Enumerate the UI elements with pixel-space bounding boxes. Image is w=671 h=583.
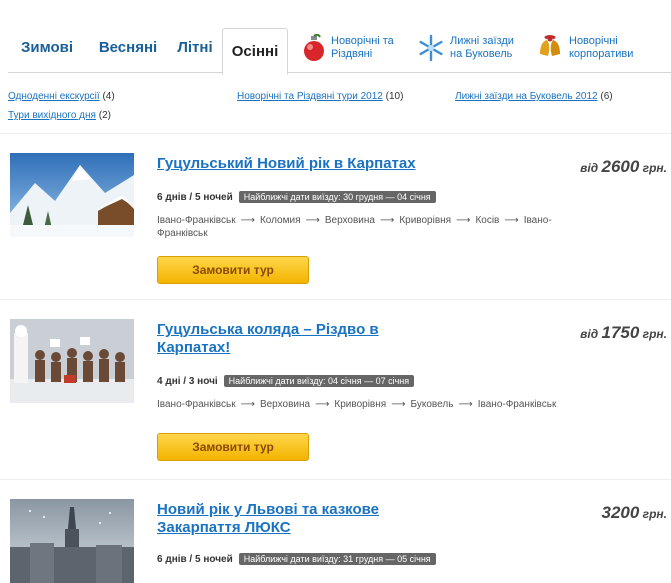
divider (0, 479, 671, 480)
route-arrow-icon: ⟶ (379, 215, 395, 226)
route-stop: Криворівня (334, 399, 387, 410)
tour-dates-badge: Найближчі дати виїзду: 31 грудня — 05 сі… (238, 553, 436, 565)
tour-dates-badge: Найближчі дати виїзду: 04 січня — 07 січ… (223, 375, 415, 387)
route-arrow-icon: ⟶ (458, 399, 473, 410)
tour-route: Івано-Франківськ ⟶ Коломия ⟶ Верховина ⟶ Криво… (157, 214, 587, 240)
sublink-ski-bukovel-link[interactable]: Лижні заїзди на Буковель 2012 (455, 91, 598, 102)
tab-corporate-label: Новорічні корпоративи (569, 35, 634, 60)
route-arrow-icon: ⟶ (391, 399, 406, 410)
divider (0, 299, 671, 300)
route-arrow-icon: ⟶ (305, 215, 320, 226)
sublink-count: (4) (102, 91, 115, 102)
christmas-ornament-icon (302, 34, 326, 62)
divider (0, 133, 671, 134)
tour-image-mountains[interactable] (10, 153, 134, 237)
route-stop: Криворівня (399, 215, 452, 226)
tour-meta: 6 днів / 5 ночей Найближчі дати виїзду: … (157, 553, 436, 565)
tour-title-link[interactable]: Гуцульський Новий рік в Карпатах (157, 155, 437, 173)
route-arrow-icon: ⟶ (240, 399, 255, 410)
sublink-one-day: Одноденні екскурсії (4) (8, 91, 115, 102)
route-stop: Івано-Франківськ (477, 399, 557, 410)
tab-summer[interactable]: Літні (170, 22, 220, 72)
tour-dates-badge: Найближчі дати виїзду: 30 грудня — 04 сі… (238, 191, 436, 203)
tour-duration: 4 дні / 3 ночі (157, 375, 218, 387)
bells-icon (536, 34, 564, 62)
tour-card: Гуцульський Новий рік в Карпатах від 260… (0, 153, 671, 288)
tour-meta: 4 дні / 3 ночі Найближчі дати виїзду: 04… (157, 375, 415, 387)
route-arrow-icon: ⟶ (315, 399, 330, 410)
tour-price: від 2600 грн. (580, 157, 667, 176)
tab-autumn[interactable]: Осінні (222, 28, 288, 75)
tour-card: Гуцульська коляда – Різдво в Карпатах! в… (0, 319, 671, 469)
sublink-weekend-tours-link[interactable]: Тури вихідного дня (8, 110, 96, 121)
sublink-count: (2) (98, 110, 111, 121)
order-tour-button[interactable]: Замовити тур (157, 256, 309, 284)
sublink-ski-bukovel: Лижні заїзди на Буковель 2012 (6) (455, 91, 613, 102)
tour-price: 3200 грн. (601, 503, 668, 522)
route-stop: Верховина (259, 399, 311, 410)
tour-title-link[interactable]: Новий рік у Львові та казкове Закарпаття… (157, 501, 397, 537)
tour-route: Івано-Франківськ ⟶ Верховина ⟶ Криворівня ⟶ Бу… (157, 398, 577, 411)
tabs-baseline (8, 72, 671, 73)
tab-ski-bukovel[interactable]: Лижні заїзди на Буковель (417, 30, 514, 66)
route-stop: Івано-Франківськ (157, 215, 236, 226)
tour-duration: 6 днів / 5 ночей (157, 553, 233, 565)
tour-image-lviv[interactable] (10, 499, 134, 583)
tab-ski-label: Лижні заїзди на Буковель (450, 35, 514, 60)
sublink-count: (10) (385, 91, 404, 102)
sublink-new-year-tours: Новорічні та Різдвяні тури 2012 (10) (237, 91, 403, 102)
tour-card: Новий рік у Львові та казкове Закарпаття… (0, 499, 671, 583)
tab-new-year-christmas[interactable]: Новорічні та Різдвяні (302, 30, 394, 66)
route-stop: Івано-Франківськ (157, 399, 236, 410)
tab-corporate-parties[interactable]: Новорічні корпоративи (536, 30, 633, 66)
snowflake-icon (417, 34, 445, 62)
route-stop: Буковель (410, 399, 454, 410)
sublink-weekend-tours: Тури вихідного дня (2) (8, 110, 111, 121)
tour-duration: 6 днів / 5 ночей (157, 191, 233, 203)
order-tour-button[interactable]: Замовити тур (157, 433, 309, 461)
tour-price: від 1750 грн. (580, 323, 667, 342)
tour-image-carolers[interactable] (10, 319, 134, 403)
route-arrow-icon: ⟶ (504, 215, 519, 226)
tab-spring[interactable]: Весняні (92, 22, 164, 72)
sublink-count: (6) (600, 91, 613, 102)
route-stop: Косів (475, 215, 500, 226)
route-arrow-icon: ⟶ (456, 215, 471, 226)
route-arrow-icon: ⟶ (240, 215, 255, 226)
tour-title-link[interactable]: Гуцульська коляда – Різдво в Карпатах! (157, 321, 387, 357)
sublink-one-day-link[interactable]: Одноденні екскурсії (8, 91, 100, 102)
season-tabs: Зимові Весняні Літні Осінні Новорічні та… (8, 22, 671, 75)
tab-new-year-label: Новорічні та Різдвяні (331, 35, 394, 60)
sublink-new-year-tours-link[interactable]: Новорічні та Різдвяні тури 2012 (237, 91, 383, 102)
route-stop: Верховина (324, 215, 375, 226)
tour-meta: 6 днів / 5 ночей Найближчі дати виїзду: … (157, 191, 436, 203)
route-stop: Коломия (259, 215, 301, 226)
tab-winter[interactable]: Зимові (12, 22, 82, 72)
